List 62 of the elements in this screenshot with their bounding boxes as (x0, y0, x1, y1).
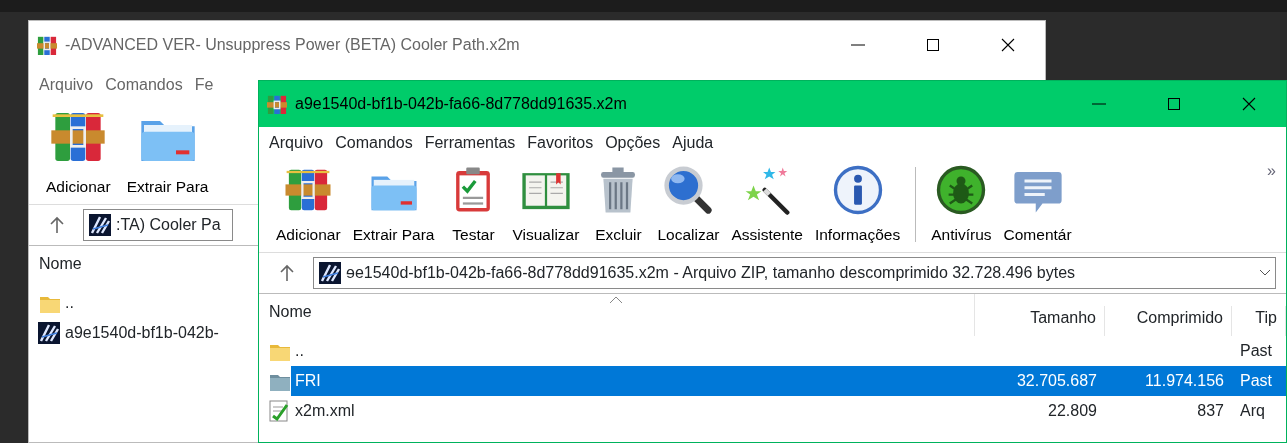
file-name: .. (65, 293, 74, 314)
xml-file-icon (267, 399, 291, 424)
size-cell: 22.809 (1048, 402, 1097, 420)
x2-logo-icon (318, 261, 342, 286)
toolbar-button[interactable]: Extrair Para (349, 163, 438, 247)
menu-item[interactable]: Arquivo (33, 71, 100, 99)
up-arrow-icon (49, 216, 65, 235)
toolbar-button[interactable]: Informações (811, 163, 904, 247)
menu-item[interactable]: Ferramentas (418, 129, 522, 157)
column-header[interactable]: Tip (1232, 306, 1286, 337)
menu-item[interactable]: Arquivo (263, 129, 330, 157)
close-icon (1240, 96, 1257, 112)
menu-item[interactable]: Opções (599, 129, 667, 157)
file-name: .. (295, 341, 304, 362)
toolbar-button[interactable]: Adicionar (273, 163, 344, 247)
column-header[interactable]: Comprimido (1105, 306, 1232, 337)
file-row[interactable]: FRI 32.705.687 11.974.156 Past (291, 366, 1286, 397)
window-title: a9e1540d-bf1b-042b-fa66-8d778dd91635.x2m (294, 94, 628, 114)
packed-size-cell: 11.974.156 (1145, 372, 1224, 390)
file-row[interactable]: x2m.xml 22.809 837 Arq (291, 396, 1286, 427)
address-field[interactable]: :TA) Cooler Pa (83, 209, 233, 242)
toolbar-button[interactable]: Comentár (1000, 163, 1075, 247)
type-cell: Past (1240, 372, 1272, 390)
menu-item[interactable]: Favoritos (521, 129, 600, 157)
file-name: a9e1540d-bf1b-042b- (65, 323, 219, 344)
size-cell: 32.705.687 (1016, 372, 1097, 390)
dropdown-caret-icon (1259, 269, 1271, 278)
x2-logo-icon (37, 321, 61, 346)
up-arrow-icon (279, 264, 295, 283)
toolbar-button[interactable]: Adicionar (43, 105, 114, 199)
minimize-icon (1091, 103, 1106, 105)
toolbar-button[interactable]: Excluir (588, 163, 649, 247)
packed-size-cell: 837 (1197, 402, 1224, 420)
type-cell: Past (1240, 342, 1272, 360)
type-cell: Arq (1240, 402, 1265, 420)
file-name: FRI (295, 371, 321, 392)
menu-item[interactable]: Comandos (99, 71, 189, 99)
window-title: -ADVANCED VER- Unsuppress Power (BETA) Cooler Path.x2m (64, 35, 521, 55)
maximize-icon (924, 37, 941, 53)
address-field[interactable]: ɘe1540d-bf1b-042b-fa66-8d778dd91635.x2m - Arquivo ZIP, tamanho descomprimido 32.728.496 bytes (313, 257, 1276, 290)
close-icon (999, 37, 1016, 53)
toolbar-overflow-button[interactable]: » (1265, 163, 1278, 179)
toolbar-button[interactable]: Extrair Para (123, 105, 212, 199)
books-icon (37, 35, 57, 55)
column-header[interactable]: Tamanho (975, 306, 1105, 337)
sort-caret-icon (609, 296, 623, 305)
minimize-icon (850, 44, 865, 46)
file-name: x2m.xml (295, 401, 355, 422)
x2-logo-icon (88, 213, 112, 238)
menu-item[interactable]: Fe (188, 71, 220, 99)
toolbar-button[interactable]: Visualizar (509, 163, 583, 247)
toolbar-button[interactable]: Localizar (654, 163, 723, 247)
books-icon (267, 94, 287, 114)
file-row[interactable]: .. Past (291, 336, 1286, 367)
toolbar-button[interactable]: Assistente (728, 163, 806, 247)
column-header[interactable]: Nome (259, 294, 975, 337)
toolbar-button[interactable]: Antivírus (928, 163, 995, 247)
maximize-icon (1165, 96, 1182, 112)
menu-item[interactable]: Ajuda (666, 129, 720, 157)
menu-item[interactable]: Comandos (329, 129, 419, 157)
column-header[interactable]: Nome (29, 246, 255, 289)
toolbar-button[interactable]: Testar (443, 163, 504, 247)
